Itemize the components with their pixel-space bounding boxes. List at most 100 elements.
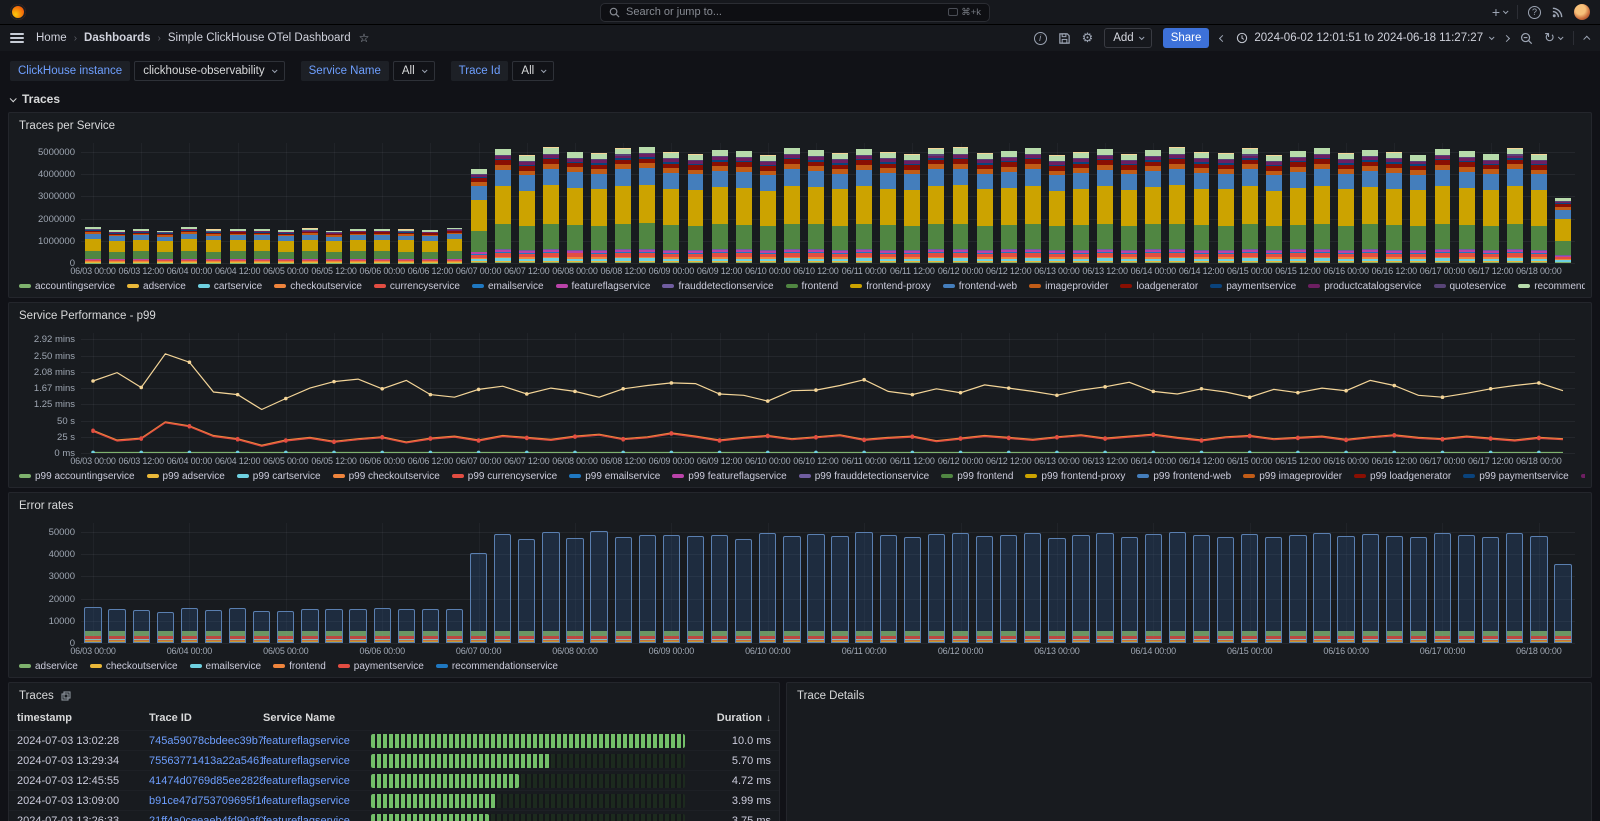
stacked-bar[interactable] xyxy=(206,229,222,263)
error-bar[interactable] xyxy=(205,610,222,643)
new-menu-button[interactable]: + xyxy=(1492,4,1507,20)
user-avatar[interactable] xyxy=(1574,4,1590,20)
cell-service-name-link[interactable]: featureflagservice xyxy=(263,815,365,821)
stacked-bar[interactable] xyxy=(615,148,631,263)
stacked-bar[interactable] xyxy=(157,231,173,263)
stacked-bar[interactable] xyxy=(85,227,101,263)
error-bar[interactable] xyxy=(615,537,632,643)
stacked-bar[interactable] xyxy=(856,149,872,263)
time-range-picker[interactable]: 2024-06-02 12:01:51 to 2024-06-18 11:27:… xyxy=(1236,32,1493,44)
stacked-bar[interactable] xyxy=(1362,150,1378,263)
panel-title-trace-details[interactable]: Trace Details xyxy=(787,683,1591,702)
variable-value-dropdown[interactable]: All xyxy=(512,61,554,81)
error-bar[interactable] xyxy=(229,608,246,643)
cell-service-name-link[interactable]: featureflagservice xyxy=(263,795,365,807)
error-bar[interactable] xyxy=(1434,533,1451,643)
stacked-bar[interactable] xyxy=(784,148,800,263)
error-bar[interactable] xyxy=(325,609,342,643)
legend-item-checkoutservice[interactable]: checkoutservice xyxy=(90,661,178,672)
error-bar[interactable] xyxy=(1096,533,1113,643)
save-icon[interactable] xyxy=(1058,32,1071,45)
row-traces-toggle[interactable]: Traces xyxy=(8,89,1592,112)
cell-service-name-link[interactable]: featureflagservice xyxy=(263,735,365,747)
error-bar[interactable] xyxy=(952,533,969,643)
legend-item-p99 adservice[interactable]: p99 adservice xyxy=(147,471,225,482)
table-row[interactable]: 2024-07-03 13:29:3475563771413a22a54618.… xyxy=(9,750,779,770)
panel-links-icon[interactable] xyxy=(61,691,71,701)
stacked-bar[interactable] xyxy=(1386,152,1402,263)
stacked-bar[interactable] xyxy=(1266,155,1282,263)
error-bar[interactable] xyxy=(1169,532,1186,643)
legend-item-loadgenerator[interactable]: loadgenerator xyxy=(1120,281,1198,292)
legend-item-paymentservice[interactable]: paymentservice xyxy=(338,661,424,672)
legend-item-productcatalogservice[interactable]: productcatalogservice xyxy=(1308,281,1421,292)
legend-item-currencyservice[interactable]: currencyservice xyxy=(374,281,460,292)
error-bar[interactable] xyxy=(181,608,198,643)
error-bar[interactable] xyxy=(711,535,728,643)
stacked-bar[interactable] xyxy=(1049,155,1065,263)
error-bar[interactable] xyxy=(1386,536,1403,643)
error-bar[interactable] xyxy=(108,609,125,643)
stacked-bar[interactable] xyxy=(1121,154,1137,263)
legend-item-p99 currencyservice[interactable]: p99 currencyservice xyxy=(452,471,557,482)
stacked-bar[interactable] xyxy=(688,154,704,263)
cell-trace-id-link[interactable]: b91ce47d753709695f1d... xyxy=(149,795,263,807)
table-row[interactable]: 2024-07-03 12:45:5541474d0769d85ee2828..… xyxy=(9,770,779,790)
table-row[interactable]: 2024-07-03 13:09:00b91ce47d753709695f1d.… xyxy=(9,790,779,810)
error-bar[interactable] xyxy=(566,538,583,643)
stacked-bar[interactable] xyxy=(1025,148,1041,263)
legend-item-p99 frontend-web[interactable]: p99 frontend-web xyxy=(1137,471,1231,482)
cell-trace-id-link[interactable]: 745a59078cbdeec39b7... xyxy=(149,735,263,747)
error-bar[interactable] xyxy=(735,539,752,643)
error-bar[interactable] xyxy=(1289,535,1306,643)
stacked-bar[interactable] xyxy=(1290,151,1306,263)
stacked-bar[interactable] xyxy=(302,228,318,263)
col-service-name[interactable]: Service Name xyxy=(263,712,365,724)
legend-item-p99 frontend-proxy[interactable]: p99 frontend-proxy xyxy=(1025,471,1125,482)
stacked-bar[interactable] xyxy=(398,229,414,263)
legend-item-imageprovider[interactable]: imageprovider xyxy=(1029,281,1108,292)
panel-title-traces-per-service[interactable]: Traces per Service xyxy=(9,113,1591,132)
error-bar[interactable] xyxy=(1458,535,1475,643)
legend-item-quoteservice[interactable]: quoteservice xyxy=(1434,281,1507,292)
stacked-bar[interactable] xyxy=(543,147,559,263)
legend-item-checkoutservice[interactable]: checkoutservice xyxy=(274,281,362,292)
variable-value-dropdown[interactable]: clickhouse-observability xyxy=(134,61,284,81)
legend-item-frontend[interactable]: frontend xyxy=(786,281,839,292)
legend-item-frontend-web[interactable]: frontend-web xyxy=(943,281,1017,292)
legend-item-adservice[interactable]: adservice xyxy=(127,281,186,292)
legend-item-p99 loadgenerator[interactable]: p99 loadgenerator xyxy=(1354,471,1451,482)
col-timestamp[interactable]: timestamp xyxy=(17,712,149,724)
error-bar[interactable] xyxy=(1482,537,1499,643)
stacked-bar[interactable] xyxy=(326,231,342,263)
stacked-bar[interactable] xyxy=(495,149,511,263)
stacked-bar[interactable] xyxy=(712,150,728,263)
error-bar[interactable] xyxy=(639,535,656,643)
panel-title-service-performance[interactable]: Service Performance - p99 xyxy=(9,303,1591,322)
error-bar[interactable] xyxy=(1024,533,1041,643)
col-duration[interactable]: Duration ↓ xyxy=(691,712,771,724)
stacked-bar[interactable] xyxy=(519,155,535,263)
error-bar[interactable] xyxy=(1362,534,1379,643)
stacked-bar[interactable] xyxy=(760,155,776,263)
settings-gear-icon[interactable]: ⚙ xyxy=(1082,30,1094,46)
stacked-bar[interactable] xyxy=(374,229,390,263)
help-icon[interactable]: ? xyxy=(1528,6,1541,19)
stacked-bar[interactable] xyxy=(1459,151,1475,263)
stacked-bar[interactable] xyxy=(1001,151,1017,263)
error-bar[interactable] xyxy=(783,536,800,643)
zoom-out-icon[interactable] xyxy=(1520,32,1533,45)
cell-trace-id-link[interactable]: 75563771413a22a54618... xyxy=(149,755,263,767)
legend-item-p99 cartservice[interactable]: p99 cartservice xyxy=(237,471,321,482)
breadcrumb-item[interactable]: Home xyxy=(36,32,67,44)
error-bar[interactable] xyxy=(398,609,415,643)
breadcrumb-item[interactable]: Simple ClickHouse OTel Dashboard xyxy=(168,32,351,44)
legend-item-paymentservice[interactable]: paymentservice xyxy=(1210,281,1296,292)
stacked-bar[interactable] xyxy=(904,154,920,263)
stacked-bar[interactable] xyxy=(1242,148,1258,263)
error-bar[interactable] xyxy=(831,536,848,643)
variable-label[interactable]: Trace Id xyxy=(451,61,509,81)
stacked-bar[interactable] xyxy=(591,153,607,263)
col-trace-id[interactable]: Trace ID xyxy=(149,712,263,724)
legend-item-emailservice[interactable]: emailservice xyxy=(472,281,544,292)
